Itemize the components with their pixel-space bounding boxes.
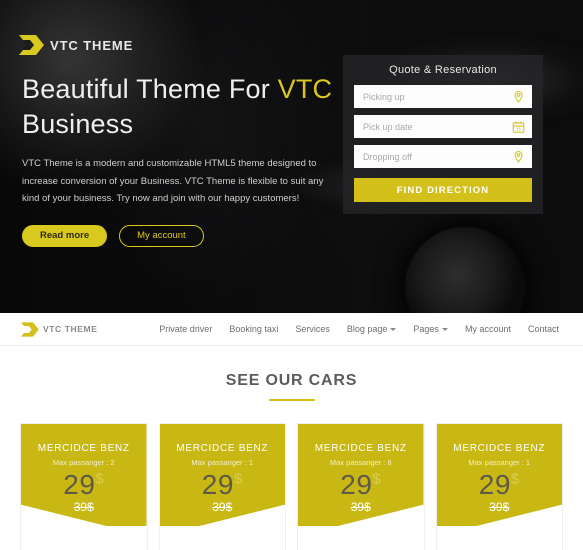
hero-paragraph: VTC Theme is a modern and customizable H… [22, 158, 324, 205]
car-old-price: 39$ [73, 500, 94, 514]
navbar-logo-text: VTC THEME [43, 324, 98, 334]
nav-item-contact[interactable]: Contact [528, 324, 559, 334]
map-pin-icon [512, 150, 525, 163]
nav-label: My account [464, 324, 511, 334]
pickup-date-input[interactable] [354, 115, 532, 138]
map-pin-icon [512, 90, 525, 103]
car-name: MERCIDCE BENZ [314, 443, 407, 454]
svg-text:15: 15 [516, 126, 521, 131]
nav-label: Booking taxi [229, 324, 279, 334]
car-photo [159, 526, 285, 550]
car-photo [436, 526, 562, 550]
car-old-price: 39$ [350, 500, 371, 514]
hero-logo[interactable]: VTC THEME [18, 33, 133, 57]
car-name: MERCIDCE BENZ [176, 443, 269, 454]
hero-logo-text: VTC THEME [50, 37, 134, 53]
car-card[interactable]: MERCIDCE BENZ Max passanger : 1 29$ 39$ [435, 423, 563, 550]
car-passengers: Max passanger : 8 [329, 458, 392, 467]
car-card-header: MERCIDCE BENZ Max passanger : 2 29$ 39$ [21, 424, 147, 536]
hero-section: VTC THEME Beautiful Theme For VTC Busines… [0, 0, 583, 313]
car-price: 29$ [298, 471, 424, 499]
nav-label: Contact [527, 324, 559, 334]
nav-item-pages[interactable]: Pages [413, 324, 448, 334]
navbar-menu: Private driver Booking taxi Services Blo… [159, 324, 559, 334]
car-card[interactable]: MERCIDCE BENZ Max passanger : 8 29$ 39$ [297, 423, 425, 550]
car-price: 29$ [160, 471, 286, 499]
car-price-value: 29 [201, 469, 234, 500]
car-price-currency: $ [510, 470, 520, 488]
car-card-header: MERCIDCE BENZ Max passanger : 8 29$ 39$ [298, 424, 424, 536]
car-thumbnail-icon [462, 544, 536, 550]
car-passengers: Max passanger : 1 [468, 458, 531, 467]
car-price-currency: $ [372, 470, 382, 488]
cars-section-heading: SEE OUR CARS [225, 372, 358, 389]
reservation-title: Quote & Reservation [389, 64, 497, 76]
car-thumbnail-icon [324, 544, 398, 550]
pickup-input[interactable] [354, 85, 532, 108]
pickup-date-field[interactable]: 15 [354, 115, 532, 138]
car-photo [21, 526, 147, 550]
hero-copy: Beautiful Theme For VTC Business VTC Them… [22, 72, 334, 247]
nav-label: Services [295, 324, 330, 334]
chevron-arrow-logo-icon [20, 321, 39, 338]
navbar-logo[interactable]: VTC THEME [20, 321, 98, 338]
car-thumbnail-icon [185, 544, 259, 550]
chevron-arrow-logo-icon [18, 33, 44, 57]
nav-item-blog-page[interactable]: Blog page [347, 324, 397, 334]
chevron-down-icon [441, 327, 448, 331]
pickup-field[interactable] [354, 85, 532, 108]
car-old-price: 39$ [212, 500, 233, 514]
car-price-value: 29 [63, 469, 96, 500]
dropoff-field[interactable] [354, 145, 532, 168]
car-card[interactable]: MERCIDCE BENZ Max passanger : 1 29$ 39$ [158, 423, 286, 550]
car-thumbnail-icon [47, 544, 121, 550]
dropoff-input[interactable] [354, 145, 532, 168]
calendar-icon: 15 [512, 120, 525, 133]
nav-item-my-account[interactable]: My account [465, 324, 511, 334]
car-price-value: 29 [340, 469, 373, 500]
car-old-price: 39$ [489, 500, 510, 514]
hero-title-accent: VTC [277, 74, 333, 104]
car-card-header: MERCIDCE BENZ Max passanger : 1 29$ 39$ [159, 424, 286, 536]
car-price: 29$ [21, 471, 147, 499]
car-price-value: 29 [478, 469, 511, 500]
car-card-header: MERCIDCE BENZ Max passanger : 1 29$ 39$ [436, 424, 563, 536]
car-card-row: MERCIDCE BENZ Max passanger : 2 29$ 39$ [0, 401, 583, 550]
reservation-panel: Quote & Reservation Picking up Pick up d… [343, 55, 543, 214]
read-more-button[interactable]: Read more [22, 224, 108, 247]
nav-item-services[interactable]: Services [295, 324, 330, 334]
cars-section: SEE OUR CARS MERCIDCE BENZ Max passanger… [0, 346, 583, 550]
car-name: MERCIDCE BENZ [453, 443, 546, 454]
nav-item-booking-taxi[interactable]: Booking taxi [229, 324, 278, 334]
hero-title-part1: Beautiful Theme For [22, 74, 278, 104]
my-account-button[interactable]: My account [119, 224, 204, 247]
hero-button-group: Read more My account [22, 224, 334, 247]
car-name: MERCIDCE BENZ [37, 443, 130, 454]
find-direction-button[interactable]: FIND DIRECTION [354, 178, 532, 202]
nav-label: Private driver [159, 324, 213, 334]
nav-label: Pages [413, 324, 439, 334]
chevron-down-icon [390, 327, 397, 331]
hero-title-part2: Business [22, 108, 134, 139]
car-passengers: Max passanger : 2 [52, 458, 115, 467]
landing-page: VTC THEME Beautiful Theme For VTC Busines… [0, 0, 583, 550]
car-price: 29$ [437, 471, 563, 499]
car-card[interactable]: MERCIDCE BENZ Max passanger : 2 29$ 39$ [20, 423, 148, 550]
main-navbar: VTC THEME Private driver Booking taxi Se… [0, 313, 583, 346]
car-passengers: Max passanger : 1 [191, 458, 254, 467]
nav-item-private-driver[interactable]: Private driver [159, 324, 212, 334]
nav-label: Blog page [346, 324, 388, 334]
hero-title: Beautiful Theme For VTC Business [22, 72, 334, 141]
car-price-currency: $ [233, 470, 243, 488]
car-photo [298, 526, 424, 550]
car-price-currency: $ [95, 470, 105, 488]
